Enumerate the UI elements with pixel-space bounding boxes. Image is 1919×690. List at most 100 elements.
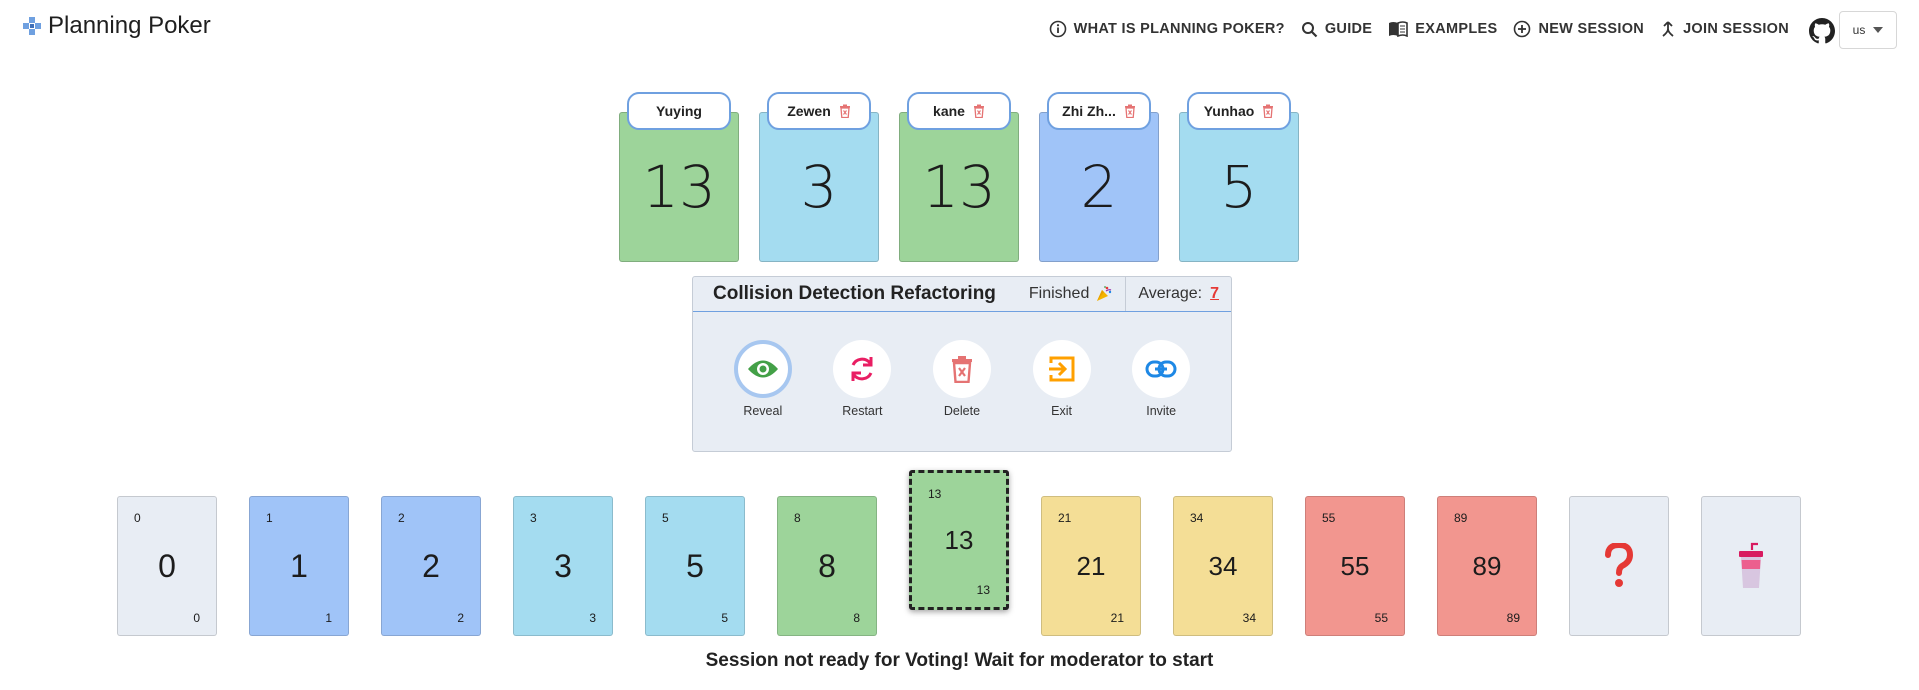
- card-value: 13: [944, 524, 974, 555]
- player-vote: 13: [619, 112, 739, 262]
- story-title: Collision Detection Refactoring: [713, 283, 996, 304]
- player-name-tag: Zewen: [767, 92, 871, 130]
- story-header: Collision Detection Refactoring Finished…: [693, 277, 1231, 312]
- nav-label: NEW SESSION: [1538, 21, 1645, 37]
- exit-button[interactable]: Exit: [1032, 340, 1091, 418]
- story-status: Finished: [1017, 277, 1127, 311]
- player-card: 3 Zewen: [759, 92, 879, 262]
- nav-guide[interactable]: GUIDE: [1301, 21, 1372, 38]
- nav-label: GUIDE: [1324, 21, 1373, 37]
- player-vote: 5: [1179, 112, 1299, 262]
- invite-button[interactable]: Invite: [1132, 340, 1191, 418]
- player-cards: 13 Yuying 3 Zewen 13 kane 2 Zhi Zh... 5 Yunhao: [619, 92, 1299, 262]
- app-logo[interactable]: Planning Poker: [22, 12, 211, 40]
- remove-player-button[interactable]: [839, 104, 851, 118]
- nav-what-is-planning-poker[interactable]: WHAT IS PLANNING POKER?: [1049, 20, 1285, 38]
- logo-icon: [23, 17, 41, 35]
- card-value: 55: [1340, 550, 1370, 581]
- remove-player-button[interactable]: [1124, 104, 1136, 118]
- card-value: 0: [158, 547, 176, 584]
- search-icon: [1301, 21, 1318, 37]
- player-card: 5 Yunhao: [1179, 92, 1299, 262]
- vote-card-89[interactable]: 89 89 89: [1437, 496, 1537, 636]
- vote-card-21[interactable]: 21 21 21: [1041, 496, 1141, 636]
- exit-button-circle[interactable]: [1032, 340, 1091, 398]
- vote-card-0[interactable]: 000: [117, 496, 217, 636]
- player-name: Zhi Zh...: [1062, 103, 1116, 119]
- nav-label: EXAMPLES: [1415, 21, 1498, 37]
- player-card: 13 Yuying: [619, 92, 739, 262]
- github-icon: [1809, 18, 1835, 44]
- chevron-down-icon: [1873, 27, 1884, 33]
- reveal-button[interactable]: Reveal: [733, 340, 792, 418]
- eye-icon: [747, 360, 778, 378]
- voting-deck: 0 0 0 1 1 1 2 2 2 3 3 3 5 5 5 8 8 8 13 13 13 21 21 21 34 34 34 55 55…: [117, 470, 1801, 636]
- restart-button-circle[interactable]: [833, 340, 892, 398]
- player-vote: 3: [759, 112, 879, 262]
- top-nav: WHAT IS PLANNING POKER? GUIDE EXAMPLES N…: [1049, 20, 1789, 38]
- card-value: 1: [290, 547, 308, 584]
- link-icon: [1145, 360, 1177, 378]
- vote-card-3[interactable]: 333: [513, 496, 613, 636]
- player-name-tag: Zhi Zh...: [1047, 92, 1151, 130]
- merge-icon: [1662, 21, 1674, 37]
- vote-card-2[interactable]: 222: [381, 496, 481, 636]
- average-value: 7: [1210, 285, 1219, 302]
- card-corner-value: 3: [589, 611, 596, 625]
- card-icon: [1570, 497, 1668, 635]
- card-corner-value: 55: [1374, 611, 1388, 625]
- action-label: Reveal: [743, 404, 783, 418]
- card-corner-value: 13: [976, 583, 990, 597]
- player-name-tag: kane: [907, 92, 1011, 130]
- card-corner-value: 89: [1506, 611, 1520, 625]
- trash-icon: [973, 104, 984, 118]
- remove-player-button[interactable]: [1262, 104, 1274, 118]
- card-value: 21: [1076, 550, 1106, 581]
- trash-icon: [1124, 104, 1135, 118]
- card-corner-value: 21: [1110, 611, 1124, 625]
- invite-button-circle[interactable]: [1132, 340, 1191, 398]
- restart-icon: [851, 357, 873, 381]
- player-vote: 13: [899, 112, 1019, 262]
- trash-icon: [839, 104, 850, 118]
- action-label: Restart: [842, 404, 883, 418]
- vote-card-1[interactable]: 111: [249, 496, 349, 636]
- vote-card-13[interactable]: 13 13 13: [909, 470, 1009, 610]
- language-select[interactable]: us: [1839, 11, 1897, 49]
- nav-examples[interactable]: EXAMPLES: [1388, 21, 1497, 37]
- vote-card-8[interactable]: 888: [777, 496, 877, 636]
- player-name-tag: Yuying: [627, 92, 731, 130]
- question-icon: [1605, 543, 1634, 587]
- book-icon: [1389, 21, 1409, 37]
- vote-card-34[interactable]: 34 34 34: [1173, 496, 1273, 636]
- average-label: Average:: [1138, 285, 1203, 302]
- vote-card-55[interactable]: 55 55 55: [1305, 496, 1405, 636]
- vote-card-question[interactable]: [1569, 496, 1669, 636]
- vote-card-5[interactable]: 555: [645, 496, 745, 636]
- nav-label: JOIN SESSION: [1683, 21, 1789, 37]
- info-icon: [1049, 20, 1066, 38]
- card-corner-value: 2: [457, 611, 464, 625]
- vote-card-coffee[interactable]: [1701, 496, 1801, 636]
- action-label: Exit: [1051, 404, 1072, 418]
- card-value: 5: [686, 547, 704, 584]
- nav-join-session[interactable]: JOIN SESSION: [1660, 20, 1789, 38]
- app-title: Planning Poker: [48, 12, 211, 39]
- player-name: kane: [933, 103, 965, 119]
- trash-icon: [1263, 104, 1274, 118]
- session-status-message: Session not ready for Voting! Wait for m…: [705, 650, 1214, 671]
- card-corner-value: 1: [325, 611, 332, 625]
- github-link[interactable]: [1809, 18, 1835, 49]
- remove-player-button[interactable]: [973, 104, 985, 118]
- action-label: Delete: [943, 404, 981, 418]
- card-value: 8: [818, 547, 836, 584]
- delete-button[interactable]: Delete: [932, 340, 991, 418]
- player-name-tag: Yunhao: [1187, 92, 1291, 130]
- coffee-icon: [1739, 542, 1763, 588]
- delete-button-circle[interactable]: [932, 340, 991, 398]
- nav-new-session[interactable]: NEW SESSION: [1513, 20, 1644, 38]
- restart-button[interactable]: Restart: [833, 340, 892, 418]
- reveal-button-circle[interactable]: [733, 340, 792, 398]
- player-card: 13 kane: [899, 92, 1019, 262]
- story-actions: Reveal Restart Delete Exit Invite: [693, 312, 1231, 418]
